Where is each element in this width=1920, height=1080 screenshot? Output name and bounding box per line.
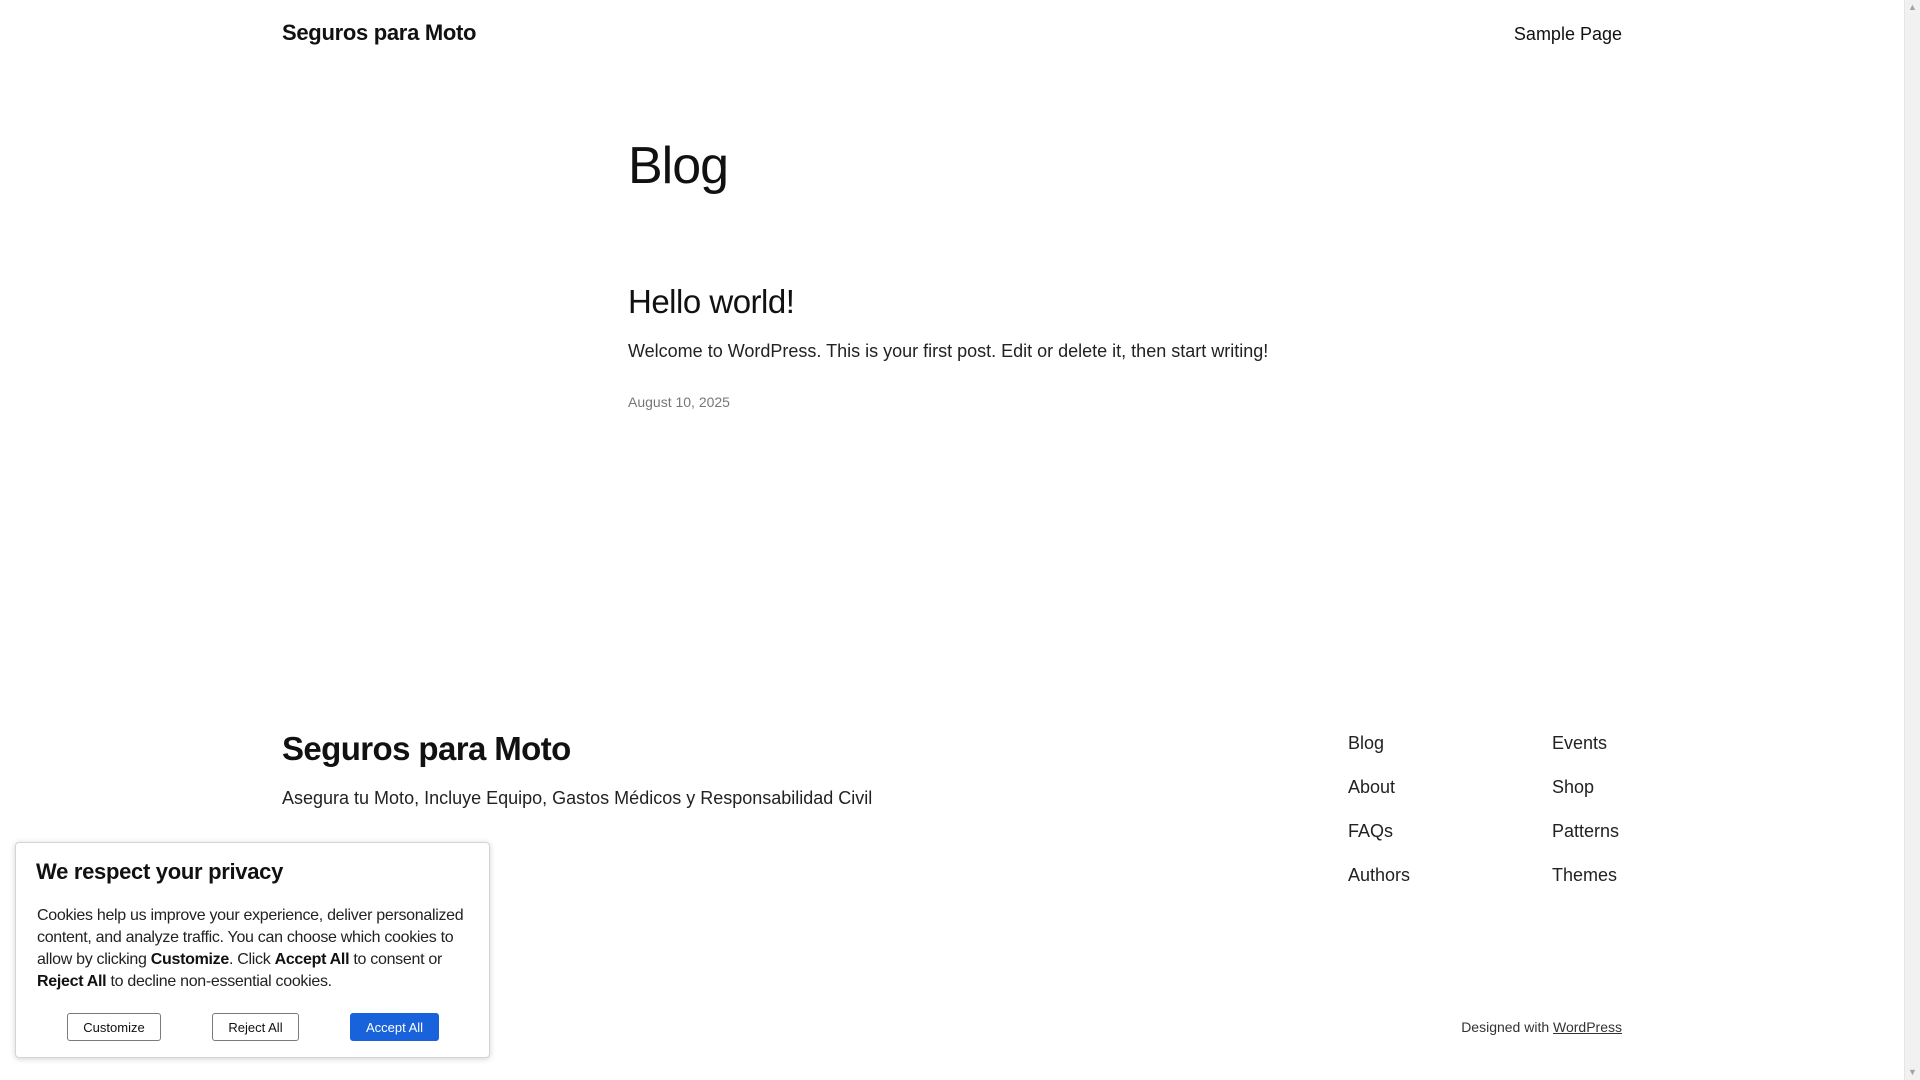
footer-credit: Designed with WordPress — [1461, 1019, 1622, 1035]
cookie-text-part: to decline non-essential cookies. — [106, 973, 332, 990]
page-title: Blog — [628, 137, 729, 195]
customize-button[interactable]: Customize — [67, 1013, 161, 1041]
nav-link-sample-page[interactable]: Sample Page — [1514, 24, 1622, 45]
footer-link-shop[interactable]: Shop — [1552, 775, 1619, 799]
vertical-scrollbar[interactable]: ▲ ▼ — [1904, 0, 1920, 1080]
cookie-text-accept: Accept All — [274, 951, 350, 968]
accept-all-button[interactable]: Accept All — [350, 1013, 439, 1041]
post-excerpt: Welcome to WordPress. This is your first… — [628, 341, 1269, 361]
reject-all-button[interactable]: Reject All — [212, 1013, 299, 1041]
post-date[interactable]: August 10, 2025 — [628, 394, 730, 410]
cookie-text-part: . Click — [228, 951, 275, 968]
footer-link-blog[interactable]: Blog — [1348, 731, 1410, 755]
cookie-banner-text: Cookies help us improve your experience,… — [37, 905, 477, 993]
cookie-text-reject: Reject All — [37, 973, 107, 990]
wordpress-link[interactable]: WordPress — [1553, 1019, 1622, 1035]
scroll-down-icon[interactable]: ▼ — [1905, 1065, 1920, 1080]
post-title[interactable]: Hello world! — [628, 280, 795, 324]
footer-tagline: Asegura tu Moto, Incluye Equipo, Gastos … — [282, 788, 873, 808]
page: Seguros para Moto Sample Page Blog Hello… — [0, 0, 1905, 1080]
site-title[interactable]: Seguros para Moto — [282, 20, 476, 46]
footer-link-authors[interactable]: Authors — [1348, 863, 1410, 887]
scroll-up-icon[interactable]: ▲ — [1905, 0, 1920, 15]
footer-site-title[interactable]: Seguros para Moto — [282, 727, 571, 771]
footer-nav-column-1: Blog About FAQs Authors — [1348, 731, 1410, 907]
credit-prefix: Designed with — [1461, 1019, 1550, 1035]
footer-link-patterns[interactable]: Patterns — [1552, 819, 1619, 843]
cookie-banner-title: We respect your privacy — [36, 859, 284, 884]
footer-link-themes[interactable]: Themes — [1552, 863, 1619, 887]
cookie-consent-banner: We respect your privacy Cookies help us … — [15, 842, 490, 1058]
footer-link-about[interactable]: About — [1348, 775, 1410, 799]
footer-link-events[interactable]: Events — [1552, 731, 1619, 755]
cookie-text-customize: Customize — [150, 951, 230, 968]
footer-nav-column-2: Events Shop Patterns Themes — [1552, 731, 1619, 907]
cookie-text-part: to consent or — [349, 951, 442, 968]
footer-link-faqs[interactable]: FAQs — [1348, 819, 1410, 843]
